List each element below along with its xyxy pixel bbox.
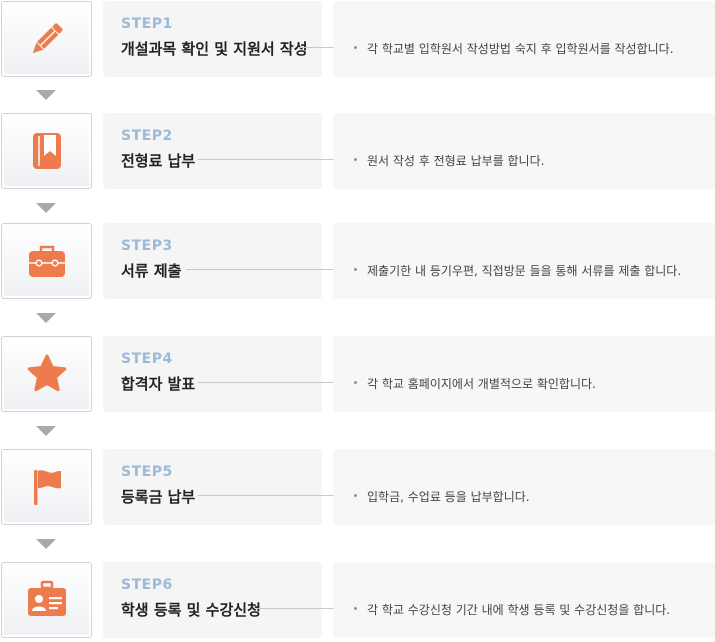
step-5-title-box: STEP5 등록금 납부 (103, 449, 322, 525)
step-number: STEP5 (121, 464, 173, 480)
step-description: 각 학교 홈페이지에서 개별적으로 확인합니다. (367, 377, 596, 391)
step-2-desc-box: 원서 작성 후 전형료 납부를 합니다. (333, 113, 715, 189)
step-6-desc-box: 각 학교 수강신청 기간 내에 학생 등록 및 수강신청을 합니다. (333, 562, 715, 638)
step-description: 각 학교 수강신청 기간 내에 학생 등록 및 수강신청을 합니다. (367, 603, 671, 617)
step-6-title-box: STEP6 학생 등록 및 수강신청 (103, 562, 322, 638)
step-number: STEP4 (121, 351, 173, 367)
bookmark-book-icon (32, 133, 61, 169)
briefcase-icon (28, 245, 65, 277)
step-3-title-box: STEP3 서류 제출 (103, 223, 322, 299)
step-1-desc-box: 각 학교별 입학원서 작성방법 숙지 후 입학원서를 작성합니다. (333, 1, 715, 77)
step-3-icon-box (1, 223, 92, 299)
step-3: STEP3 서류 제출 제출기한 내 등기우편, 직접방문 들을 통해 서류를 … (0, 223, 715, 299)
step-title: 등록금 납부 (121, 488, 196, 506)
down-arrow-icon (36, 203, 56, 213)
step-5-desc-box: 입학금, 수업료 등을 납부합니다. (333, 449, 715, 525)
connector-line (186, 269, 353, 270)
connector-line (198, 159, 353, 160)
step-description: 원서 작성 후 전형료 납부를 합니다. (367, 154, 545, 168)
down-arrow-icon (36, 90, 56, 100)
bullet-dot (354, 494, 357, 497)
step-number: STEP1 (121, 16, 173, 32)
connector-line (198, 495, 353, 496)
pencil-icon (32, 23, 63, 54)
step-title: 서류 제출 (121, 262, 182, 280)
star-icon (27, 354, 66, 392)
step-4: STEP4 합격자 발표 각 학교 홈페이지에서 개별적으로 확인합니다. (0, 336, 715, 412)
step-description: 입학금, 수업료 등을 납부합니다. (367, 490, 530, 504)
step-2-title-box: STEP2 전형료 납부 (103, 113, 322, 189)
bullet-dot (354, 158, 357, 161)
step-number: STEP2 (121, 128, 173, 144)
step-number: STEP6 (121, 577, 173, 593)
step-title: 전형료 납부 (121, 152, 196, 170)
step-4-icon-box (1, 336, 92, 412)
step-6: STEP6 학생 등록 및 수강신청 각 학교 수강신청 기간 내에 학생 등록… (0, 562, 715, 638)
step-4-desc-box: 각 학교 홈페이지에서 개별적으로 확인합니다. (333, 336, 715, 412)
step-description: 제출기한 내 등기우편, 직접방문 들을 통해 서류를 제출 합니다. (367, 264, 682, 278)
step-5: STEP5 등록금 납부 입학금, 수업료 등을 납부합니다. (0, 449, 715, 525)
step-3-desc-box: 제출기한 내 등기우편, 직접방문 들을 통해 서류를 제출 합니다. (333, 223, 715, 299)
step-title: 학생 등록 및 수강신청 (121, 601, 261, 619)
step-title: 합격자 발표 (121, 375, 196, 393)
connector-line (198, 382, 353, 383)
step-6-icon-box (1, 562, 92, 638)
down-arrow-icon (36, 313, 56, 323)
id-card-icon (27, 580, 66, 616)
step-1-title-box: STEP1 개설과목 확인 및 지원서 작성 (103, 1, 322, 77)
step-1: STEP1 개설과목 확인 및 지원서 작성 각 학교별 입학원서 작성방법 숙… (0, 1, 715, 77)
step-2-icon-box (1, 113, 92, 189)
step-5-icon-box (1, 449, 92, 525)
down-arrow-icon (36, 426, 56, 436)
step-1-icon-box (1, 1, 92, 77)
step-4-title-box: STEP4 합격자 발표 (103, 336, 322, 412)
step-title: 개설과목 확인 및 지원서 작성 (121, 40, 308, 58)
bullet-dot (354, 268, 357, 271)
bullet-dot (354, 381, 357, 384)
bullet-dot (354, 46, 357, 49)
flag-icon (33, 470, 61, 505)
step-2: STEP2 전형료 납부 원서 작성 후 전형료 납부를 합니다. (0, 113, 715, 189)
step-number: STEP3 (121, 238, 173, 254)
step-description: 각 학교별 입학원서 작성방법 숙지 후 입학원서를 작성합니다. (367, 42, 674, 56)
bullet-dot (354, 607, 357, 610)
down-arrow-icon (36, 539, 56, 549)
